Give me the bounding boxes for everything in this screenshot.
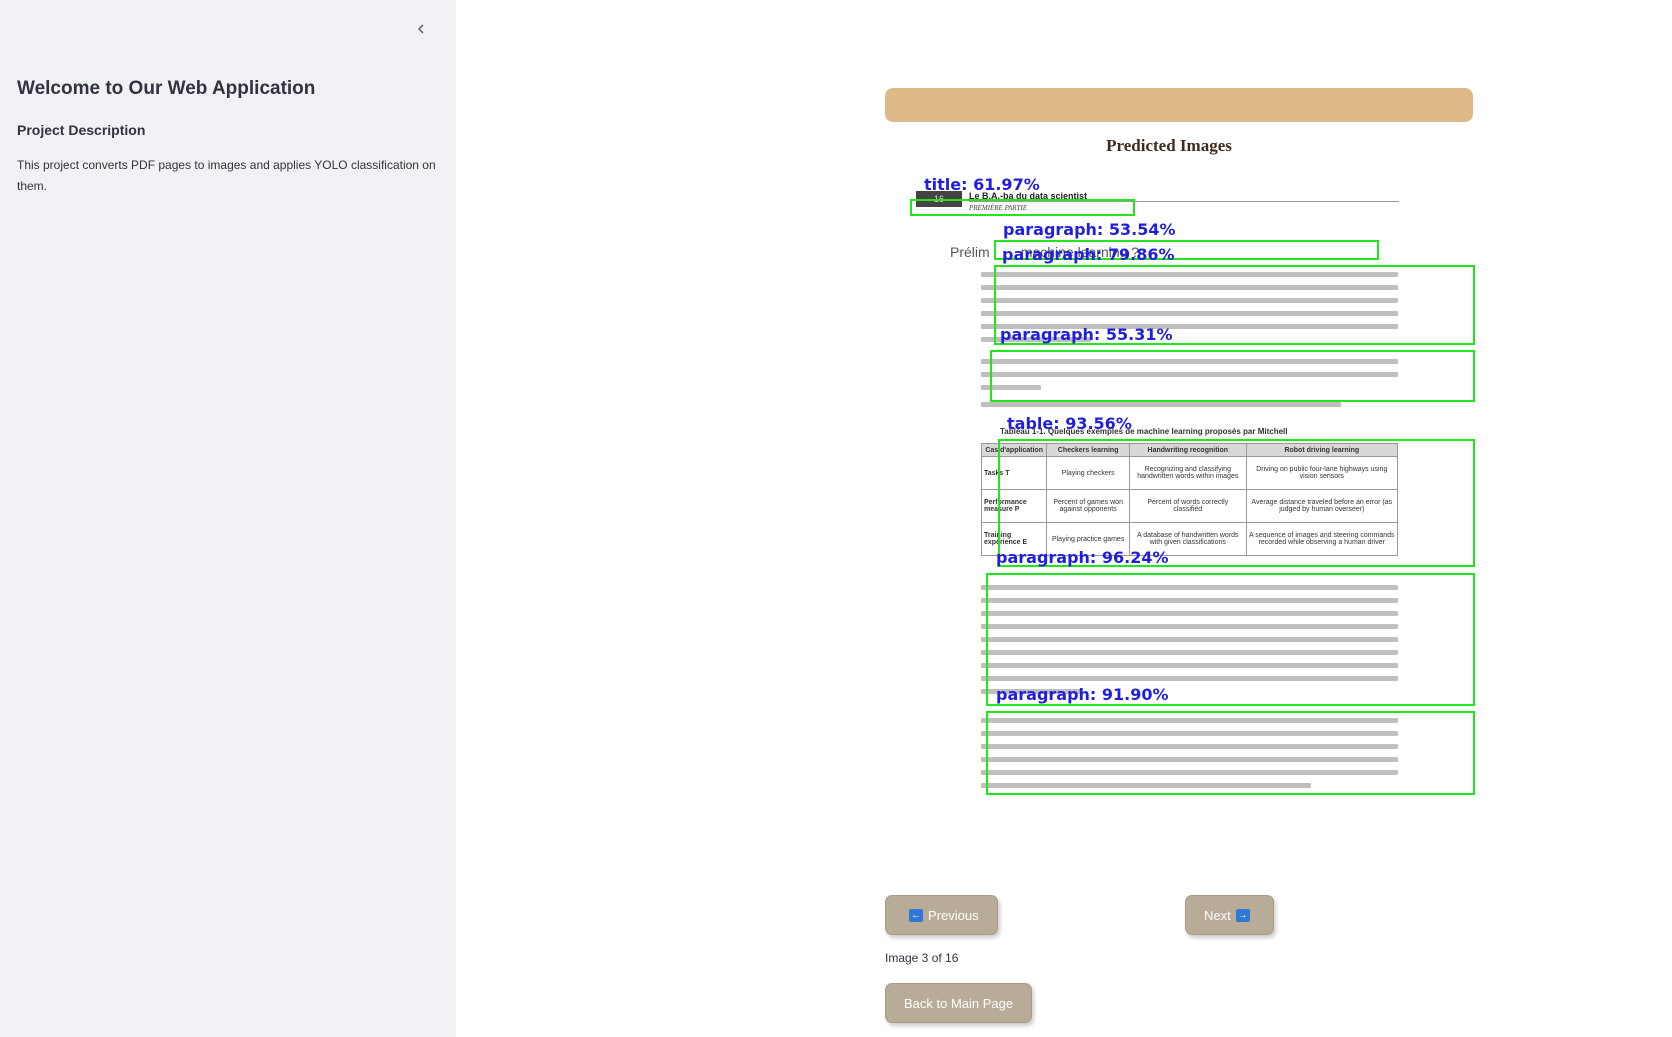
detection-label: paragraph: 79.86% [1002,245,1175,264]
banner [885,88,1473,122]
back-to-main-button[interactable]: Back to Main Page [885,983,1033,1023]
detection-box-paragraph [990,350,1475,402]
collapse-sidebar-button[interactable] [408,16,434,42]
chevron-left-icon [417,24,424,34]
detection-box-title [910,199,1135,216]
predicted-image: 16 Le B.A.-ba du data scientist PREMIÈRE… [900,165,1475,795]
arrow-left-icon: ← [909,908,923,922]
detection-label: paragraph: 96.24% [996,548,1169,567]
page-title: Predicted Images [1106,136,1232,155]
sidebar: Welcome to Our Web Application Project D… [0,0,456,1037]
project-description: This project converts PDF pages to image… [17,158,436,193]
detection-label: paragraph: 91.90% [996,685,1169,704]
previous-label: Previous [928,907,979,923]
arrow-right-icon: → [1235,908,1250,922]
back-label: Back to Main Page [904,995,1014,1011]
previous-button[interactable]: ← Previous [885,895,998,935]
next-button[interactable]: Next → [1185,895,1274,935]
detection-label: paragraph: 53.54% [1003,220,1176,239]
section-heading: Project Description [17,122,146,138]
next-label: Next [1204,907,1231,923]
detection-label: title: 61.97% [924,175,1040,194]
detection-label: paragraph: 55.31% [1000,325,1173,344]
image-counter: Image 3 of 16 [885,951,959,965]
detection-box-paragraph [986,711,1475,795]
sidebar-title: Welcome to Our Web Application [17,78,316,99]
detection-label: table: 93.56% [1007,414,1132,433]
